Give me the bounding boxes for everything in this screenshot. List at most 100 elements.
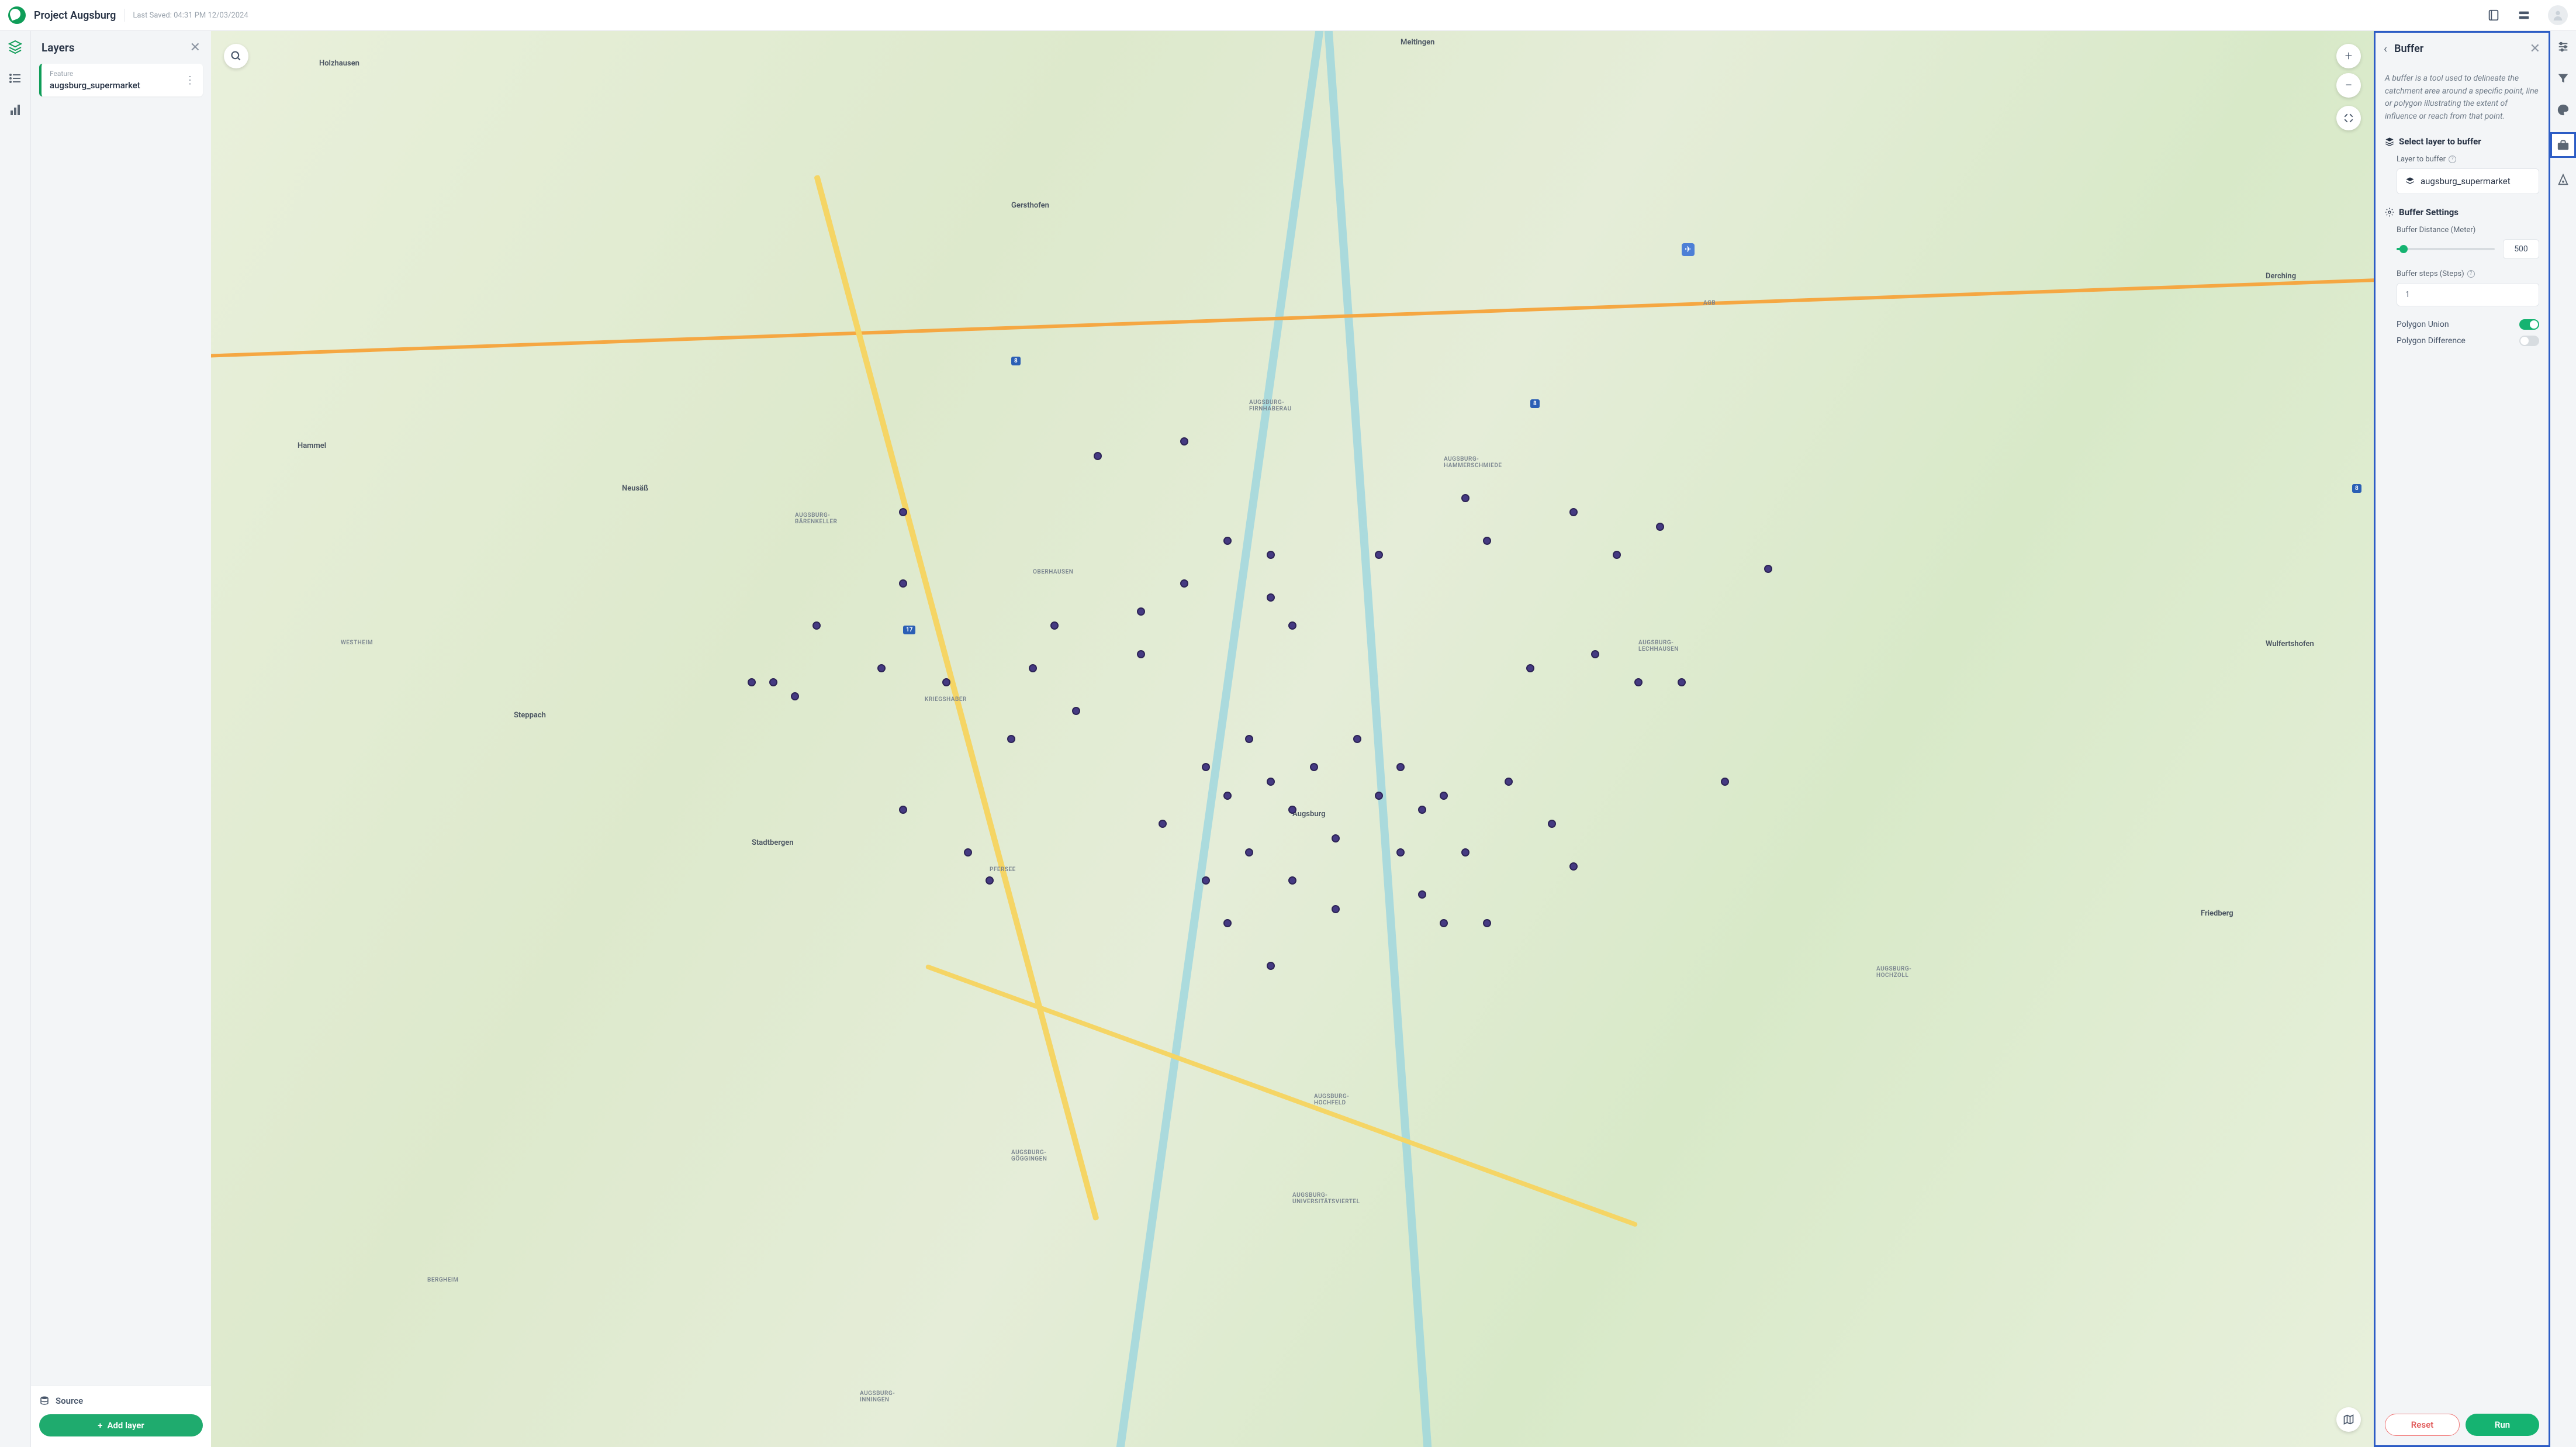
- distance-input[interactable]: [2503, 239, 2539, 259]
- map-point[interactable]: [1526, 664, 1534, 672]
- map-point[interactable]: [1440, 792, 1448, 800]
- back-button[interactable]: ‹: [2384, 42, 2387, 56]
- map-point[interactable]: [1548, 820, 1556, 828]
- close-layers-icon[interactable]: ✕: [190, 40, 200, 55]
- server-icon[interactable]: [2518, 9, 2530, 22]
- map-point[interactable]: [1267, 778, 1275, 786]
- palette-icon[interactable]: [2556, 102, 2571, 118]
- map-point[interactable]: [1223, 537, 1232, 545]
- toolbox-icon[interactable]: [2550, 132, 2576, 158]
- map-point[interactable]: [1288, 621, 1296, 630]
- map-point[interactable]: [1418, 890, 1426, 899]
- map-point[interactable]: [899, 579, 907, 588]
- highway-badge: 17: [903, 626, 915, 634]
- map-point[interactable]: [1483, 537, 1491, 545]
- filter-icon[interactable]: [2556, 71, 2571, 86]
- map-point[interactable]: [1159, 820, 1167, 828]
- map-point[interactable]: [1656, 523, 1664, 531]
- help-icon[interactable]: ?: [2467, 270, 2475, 278]
- steps-input[interactable]: [2397, 283, 2539, 306]
- map-point[interactable]: [877, 664, 886, 672]
- map-point[interactable]: [1223, 919, 1232, 927]
- map-point[interactable]: [1678, 678, 1686, 686]
- map-point[interactable]: [1267, 551, 1275, 559]
- fullscreen-button[interactable]: [2336, 106, 2361, 130]
- map-point[interactable]: [1613, 551, 1621, 559]
- map-point[interactable]: [1267, 593, 1275, 602]
- map-point[interactable]: [1202, 876, 1210, 885]
- map-point[interactable]: [1375, 792, 1383, 800]
- chart-icon[interactable]: [8, 102, 23, 118]
- legend-icon[interactable]: [8, 71, 23, 86]
- map-point[interactable]: [1764, 565, 1772, 573]
- map-point[interactable]: [1505, 778, 1513, 786]
- app-logo[interactable]: [8, 6, 26, 24]
- map-point[interactable]: [942, 678, 950, 686]
- map-point[interactable]: [1396, 848, 1405, 857]
- layer-select-dropdown[interactable]: augsburg_supermarket: [2397, 168, 2539, 194]
- map-point[interactable]: [1332, 905, 1340, 913]
- map-point[interactable]: [1569, 508, 1578, 516]
- map-point[interactable]: [1267, 962, 1275, 970]
- city-label: Hammel: [298, 441, 326, 450]
- run-button[interactable]: Run: [2466, 1414, 2539, 1436]
- map-point[interactable]: [1353, 735, 1361, 743]
- map-point[interactable]: [1288, 876, 1296, 885]
- map-point[interactable]: [1396, 763, 1405, 771]
- map-point[interactable]: [1721, 778, 1729, 786]
- map-canvas[interactable]: ✈ + − GersthofenNeusäßStadtbergenFriedbe…: [211, 31, 2374, 1447]
- book-icon[interactable]: [2487, 9, 2500, 22]
- map-point[interactable]: [1591, 650, 1599, 658]
- close-buffer-icon[interactable]: ✕: [2530, 42, 2540, 56]
- map-point[interactable]: [1202, 763, 1210, 771]
- source-button[interactable]: Source: [39, 1396, 203, 1406]
- map-point[interactable]: [1634, 678, 1643, 686]
- map-point[interactable]: [899, 806, 907, 814]
- draw-icon[interactable]: [2556, 172, 2571, 188]
- map-point[interactable]: [1310, 763, 1318, 771]
- zoom-in-button[interactable]: +: [2336, 44, 2361, 68]
- map-point[interactable]: [1094, 452, 1102, 460]
- user-avatar[interactable]: [2548, 5, 2568, 25]
- basemap-button[interactable]: [2336, 1407, 2361, 1432]
- map-point[interactable]: [1180, 437, 1188, 446]
- map-point[interactable]: [1050, 621, 1059, 630]
- map-point[interactable]: [1137, 607, 1145, 616]
- layers-icon[interactable]: [8, 39, 23, 54]
- polygon-difference-toggle[interactable]: [2519, 336, 2539, 346]
- map-point[interactable]: [1440, 919, 1448, 927]
- map-point[interactable]: [1483, 919, 1491, 927]
- settings-icon[interactable]: [2556, 39, 2571, 54]
- map-point[interactable]: [1461, 494, 1469, 502]
- map-point[interactable]: [791, 692, 799, 700]
- add-layer-button[interactable]: + Add layer: [39, 1414, 203, 1436]
- map-point[interactable]: [1461, 848, 1469, 857]
- map-point[interactable]: [1332, 834, 1340, 842]
- map-point[interactable]: [1288, 806, 1296, 814]
- map-point[interactable]: [1245, 848, 1253, 857]
- reset-button[interactable]: Reset: [2385, 1414, 2460, 1436]
- zoom-out-button[interactable]: −: [2336, 73, 2361, 98]
- map-point[interactable]: [1007, 735, 1015, 743]
- map-point[interactable]: [899, 508, 907, 516]
- map-point[interactable]: [1245, 735, 1253, 743]
- map-point[interactable]: [986, 876, 994, 885]
- map-point[interactable]: [1223, 792, 1232, 800]
- map-point[interactable]: [1418, 806, 1426, 814]
- layer-card[interactable]: Feature augsburg_supermarket ⋮: [39, 64, 203, 96]
- map-point[interactable]: [1137, 650, 1145, 658]
- map-point[interactable]: [1375, 551, 1383, 559]
- help-icon[interactable]: ?: [2449, 156, 2456, 163]
- map-point[interactable]: [1072, 707, 1080, 715]
- map-search-button[interactable]: [224, 44, 248, 68]
- map-point[interactable]: [812, 621, 821, 630]
- map-point[interactable]: [1180, 579, 1188, 588]
- map-point[interactable]: [769, 678, 777, 686]
- map-point[interactable]: [1029, 664, 1037, 672]
- distance-slider[interactable]: [2397, 248, 2495, 250]
- map-point[interactable]: [1569, 862, 1578, 871]
- map-point[interactable]: [748, 678, 756, 686]
- polygon-union-toggle[interactable]: [2519, 319, 2539, 330]
- layer-menu-icon[interactable]: ⋮: [185, 74, 195, 87]
- map-point[interactable]: [964, 848, 972, 857]
